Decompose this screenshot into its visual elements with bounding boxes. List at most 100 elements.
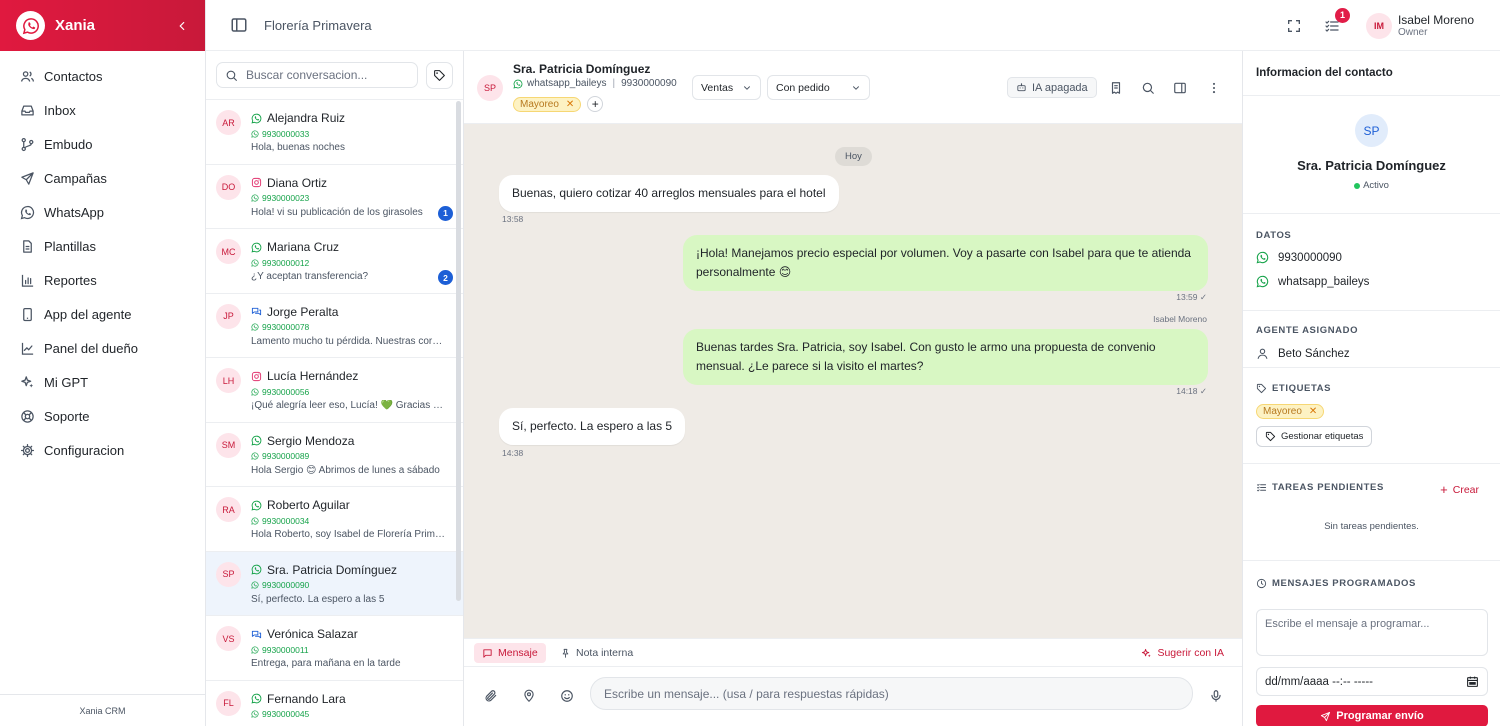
schedule-datetime-input[interactable]: dd/mm/aaaa --:-- ----- [1256, 667, 1488, 696]
send-icon [1320, 711, 1331, 722]
section-label: DATOS [1256, 230, 1292, 241]
whatsapp-icon [251, 194, 259, 202]
add-tag-button[interactable]: + [587, 96, 604, 112]
conversation-item[interactable]: VS Verónica Salazar 9930000011 Entrega, par… [206, 616, 463, 681]
sidebar-item-panel-dueno[interactable]: Panel del dueño [0, 331, 205, 365]
sidebar-item-contactos[interactable]: Contactos [0, 59, 205, 93]
paperclip-icon[interactable] [484, 689, 498, 703]
message-bubble-incoming: Buenas, quiero cotizar 40 arreglos mensu… [499, 175, 839, 212]
sidebar-item-label: App del agente [44, 306, 132, 322]
conversation-avatar: VS [216, 626, 241, 651]
pipeline-value: Ventas [701, 81, 734, 94]
sidebar-item-whatsapp[interactable]: WhatsApp [0, 195, 205, 229]
chevron-down-icon [742, 83, 752, 93]
sidebar-item-reportes[interactable]: Reportes [0, 263, 205, 297]
user-info[interactable]: Isabel Moreno Owner [1398, 13, 1474, 39]
whatsapp-icon [251, 581, 259, 589]
search-input[interactable] [246, 68, 409, 82]
plus-icon: + [1440, 482, 1448, 497]
whatsapp-icon [1256, 275, 1269, 288]
receipt-icon[interactable] [1109, 81, 1123, 95]
scheduled-message-input[interactable] [1256, 609, 1488, 656]
conversation-item[interactable]: JP Jorge Peralta 9930000078 Lamento mucho t… [206, 294, 463, 358]
microphone-icon[interactable] [1209, 689, 1223, 703]
contact-account: whatsapp_baileys [1278, 275, 1370, 288]
conversation-item[interactable]: MC Mariana Cruz 9930000012 ¿Y aceptan trans… [206, 229, 463, 294]
conversation-phone-row: 9930000056 [251, 385, 449, 398]
search-icon[interactable] [1141, 81, 1155, 95]
whatsapp-icon [251, 452, 259, 460]
conversation-scrollbar[interactable] [456, 101, 461, 601]
more-vertical-icon[interactable] [1207, 81, 1221, 95]
chat-header: SP Sra. Patricia Domínguez whatsapp_bail… [464, 51, 1242, 124]
message-time: 14:18 ✓ [1176, 386, 1207, 396]
conversation-item[interactable]: SP Sra. Patricia Domínguez 9930000090 Sí, p… [206, 551, 463, 616]
sidebar-item-label: Mi GPT [44, 374, 89, 390]
conversation-avatar: DO [216, 174, 241, 200]
conversation-item[interactable]: FL Fernando Lara 9930000045 [206, 681, 463, 726]
tasks-notification-button[interactable]: 1 [1324, 7, 1350, 34]
conversation-avatar: SM [216, 432, 241, 458]
sidebar-item-label: WhatsApp [44, 204, 104, 220]
conversation-avatar: FL [216, 690, 241, 716]
whatsapp-icon [251, 693, 262, 704]
ia-toggle-button[interactable]: IA apagada [1007, 77, 1097, 98]
sidebar-item-label: Embudo [44, 136, 93, 152]
conversation-phone-row: 9930000090 [251, 579, 449, 592]
assigned-agent-row[interactable]: Beto Sánchez [1256, 347, 1487, 360]
sidebar-item-soporte[interactable]: Soporte [0, 399, 205, 433]
sidebar-item-configuracion[interactable]: Configuracion [0, 433, 205, 467]
user-avatar[interactable]: IM [1365, 12, 1392, 39]
sidebar-item-app-agente[interactable]: App del agente [0, 297, 205, 331]
conversation-name-row: Sra. Patricia Domínguez [251, 562, 449, 578]
gear-icon [20, 443, 35, 457]
panel-toggle-icon[interactable] [1173, 81, 1187, 95]
conversation-phone: 9930000034 [262, 515, 310, 526]
conversation-item[interactable]: LH Lucía Hernández 9930000056 ¡Qué alegría … [206, 358, 463, 423]
sidebar-toggle-icon[interactable] [230, 16, 248, 34]
message-input[interactable] [590, 677, 1193, 710]
section-label: TAREAS PENDIENTES [1272, 482, 1384, 493]
manage-tags-button[interactable]: Gestionar etiquetas [1256, 426, 1373, 447]
remove-tag-icon[interactable]: ✕ [566, 99, 574, 110]
tag-filter-button[interactable] [426, 61, 453, 89]
instagram-icon [251, 371, 262, 382]
calendar-icon[interactable] [1466, 675, 1479, 688]
conversation-item[interactable]: RA Roberto Aguilar 9930000034 Hola Roberto,… [206, 487, 463, 552]
brand-name: Xania [55, 17, 96, 34]
conversation-name-row: Roberto Aguilar [251, 497, 449, 513]
instagram-icon [251, 177, 262, 188]
emoji-icon[interactable] [560, 689, 574, 703]
location-pin-icon[interactable] [522, 689, 536, 703]
sidebar-item-inbox[interactable]: Inbox [0, 93, 205, 127]
chevron-left-icon[interactable] [175, 19, 189, 33]
sidebar-item-mi-gpt[interactable]: Mi GPT [0, 365, 205, 399]
tab-message[interactable]: Mensaje [474, 643, 546, 663]
lifebuoy-icon [21, 409, 34, 423]
contact-info-panel: Informacion del contacto SP Sra. Patrici… [1242, 51, 1500, 726]
conversation-item[interactable]: AR Alejandra Ruiz 9930000033 Hola, buenas n… [206, 100, 463, 165]
remove-tag-icon[interactable]: ✕ [1309, 406, 1317, 417]
fullscreen-icon[interactable] [1286, 18, 1302, 34]
conversation-name: Fernando Lara [267, 691, 346, 706]
unread-badge: 1 [438, 205, 453, 221]
conversation-phone-row: 9930000023 [251, 192, 449, 205]
conversation-item[interactable]: SM Sergio Mendoza 9930000089 Hola Sergio 😊 … [206, 423, 463, 487]
schedule-send-button[interactable]: Programar envío [1256, 705, 1488, 726]
tag-pill-mayoreo: Mayoreo ✕ [1256, 404, 1325, 419]
suggest-ai-button[interactable]: Sugerir con IA [1141, 643, 1224, 663]
stage-select[interactable]: Con pedido [767, 75, 870, 100]
tab-internal-note[interactable]: Nota interna [552, 643, 641, 663]
sidebar-item-plantillas[interactable]: Plantillas [0, 229, 205, 263]
sidebar-item-embudo[interactable]: Embudo [0, 127, 205, 161]
sidebar-item-campanas[interactable]: Campañas [0, 161, 205, 195]
topbar-actions: 1 IM Isabel Moreno Owner [1286, 0, 1474, 51]
create-task-button[interactable]: + Crear [1440, 482, 1479, 497]
conversation-phone: 9930000023 [262, 193, 310, 203]
conversation-item[interactable]: DO Diana Ortiz 9930000023 Hola! vi su publi… [206, 165, 463, 229]
contact-phone-row: 9930000090 [1256, 251, 1487, 264]
user-icon [1256, 347, 1269, 360]
pipeline-select[interactable]: Ventas [692, 75, 761, 100]
status-label: Activo [1363, 180, 1389, 191]
conversation-name-row: Alejandra Ruiz [251, 110, 449, 126]
